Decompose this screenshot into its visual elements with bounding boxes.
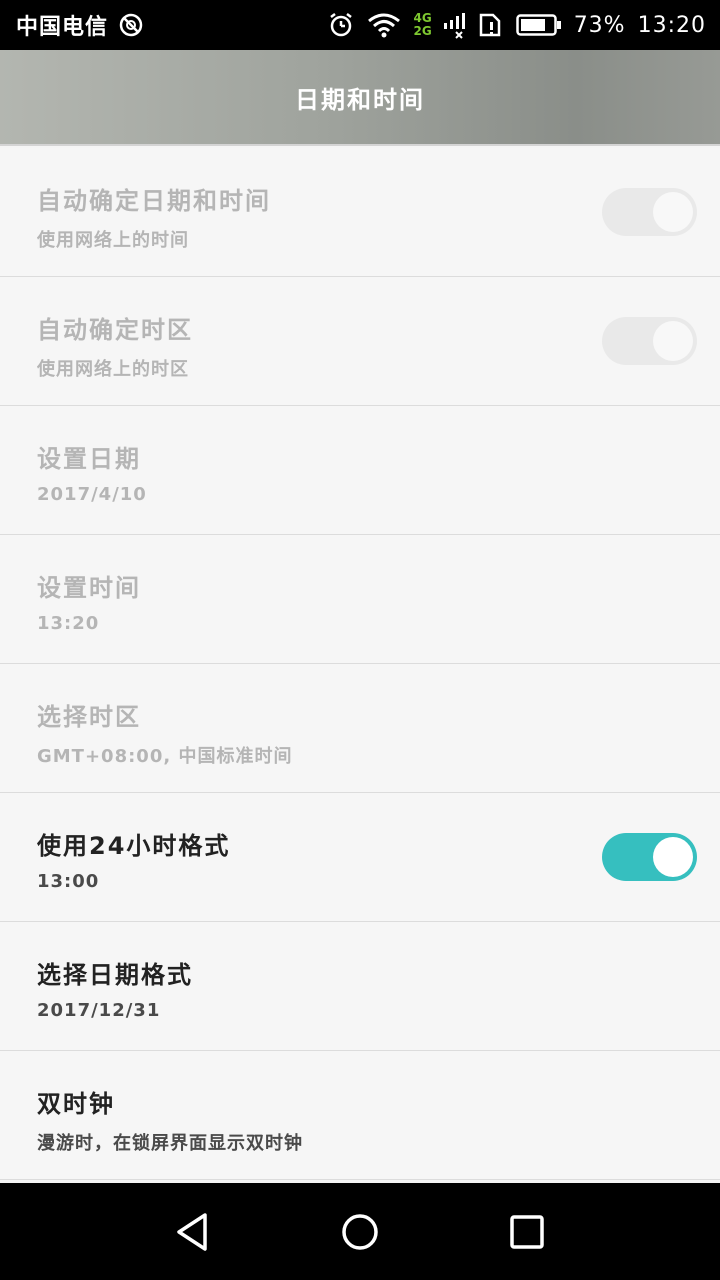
- sim-alert-icon: [478, 12, 504, 38]
- status-bar: 中国电信 4G 2G 73% 13:20: [0, 0, 720, 50]
- setting-title: 双时钟: [37, 1090, 115, 1118]
- setting-title: 设置日期: [37, 445, 141, 473]
- setting-subtitle: 2017/4/10: [37, 484, 147, 505]
- setting-subtitle: 漫游时，在锁屏界面显示双时钟: [37, 1133, 303, 1154]
- battery-percent: 73%: [573, 12, 626, 38]
- back-icon: [177, 1212, 208, 1251]
- setting-set-date[interactable]: 设置日期 2017/4/10: [0, 406, 720, 535]
- no-disturb-icon: [118, 12, 144, 38]
- signal-icon: [443, 11, 466, 39]
- network-type: 4G 2G: [413, 11, 432, 38]
- home-icon: [342, 1213, 378, 1250]
- auto-date-time-toggle[interactable]: [602, 188, 697, 236]
- setting-subtitle: 使用网络上的时区: [37, 359, 189, 380]
- battery-icon: [515, 12, 562, 38]
- setting-dual-clock[interactable]: 双时钟 漫游时，在锁屏界面显示双时钟: [0, 1051, 720, 1180]
- setting-auto-timezone[interactable]: 自动确定时区 使用网络上的时区: [0, 277, 720, 406]
- toggle-knob: [653, 192, 693, 232]
- title-bar: 日期和时间: [0, 50, 720, 146]
- setting-select-timezone[interactable]: 选择时区 GMT+08:00, 中国标准时间: [0, 664, 720, 793]
- setting-title: 选择时区: [37, 703, 141, 731]
- setting-subtitle: 2017/12/31: [37, 1000, 161, 1021]
- setting-set-time[interactable]: 设置时间 13:20: [0, 535, 720, 664]
- settings-list: 自动确定日期和时间 使用网络上的时间 自动确定时区 使用网络上的时区 设置日期 …: [0, 148, 720, 1180]
- alarm-icon: [327, 11, 355, 39]
- navigation-bar: [0, 1183, 720, 1280]
- setting-title: 使用24小时格式: [37, 832, 231, 860]
- setting-subtitle: GMT+08:00, 中国标准时间: [37, 746, 293, 767]
- home-button[interactable]: [330, 1202, 390, 1262]
- setting-title: 选择日期格式: [37, 961, 193, 989]
- setting-subtitle: 使用网络上的时间: [37, 230, 189, 251]
- auto-timezone-toggle[interactable]: [602, 317, 697, 365]
- toggle-knob: [653, 837, 693, 877]
- toggle-knob: [653, 321, 693, 361]
- wifi-icon: [367, 12, 401, 38]
- setting-auto-date-time[interactable]: 自动确定日期和时间 使用网络上的时间: [0, 148, 720, 277]
- 24-hour-toggle[interactable]: [602, 833, 697, 881]
- page-title: 日期和时间: [295, 85, 425, 114]
- setting-24-hour-format[interactable]: 使用24小时格式 13:00: [0, 793, 720, 922]
- carrier-label: 中国电信: [16, 15, 109, 40]
- recents-icon: [509, 1214, 544, 1249]
- recents-button[interactable]: [497, 1202, 557, 1262]
- status-clock: 13:20: [637, 12, 706, 38]
- setting-title: 自动确定日期和时间: [37, 187, 271, 215]
- setting-subtitle: 13:00: [37, 871, 100, 892]
- setting-date-format[interactable]: 选择日期格式 2017/12/31: [0, 922, 720, 1051]
- back-button[interactable]: [163, 1202, 223, 1262]
- setting-title: 设置时间: [37, 574, 141, 602]
- setting-subtitle: 13:20: [37, 613, 100, 634]
- setting-title: 自动确定时区: [37, 316, 193, 344]
